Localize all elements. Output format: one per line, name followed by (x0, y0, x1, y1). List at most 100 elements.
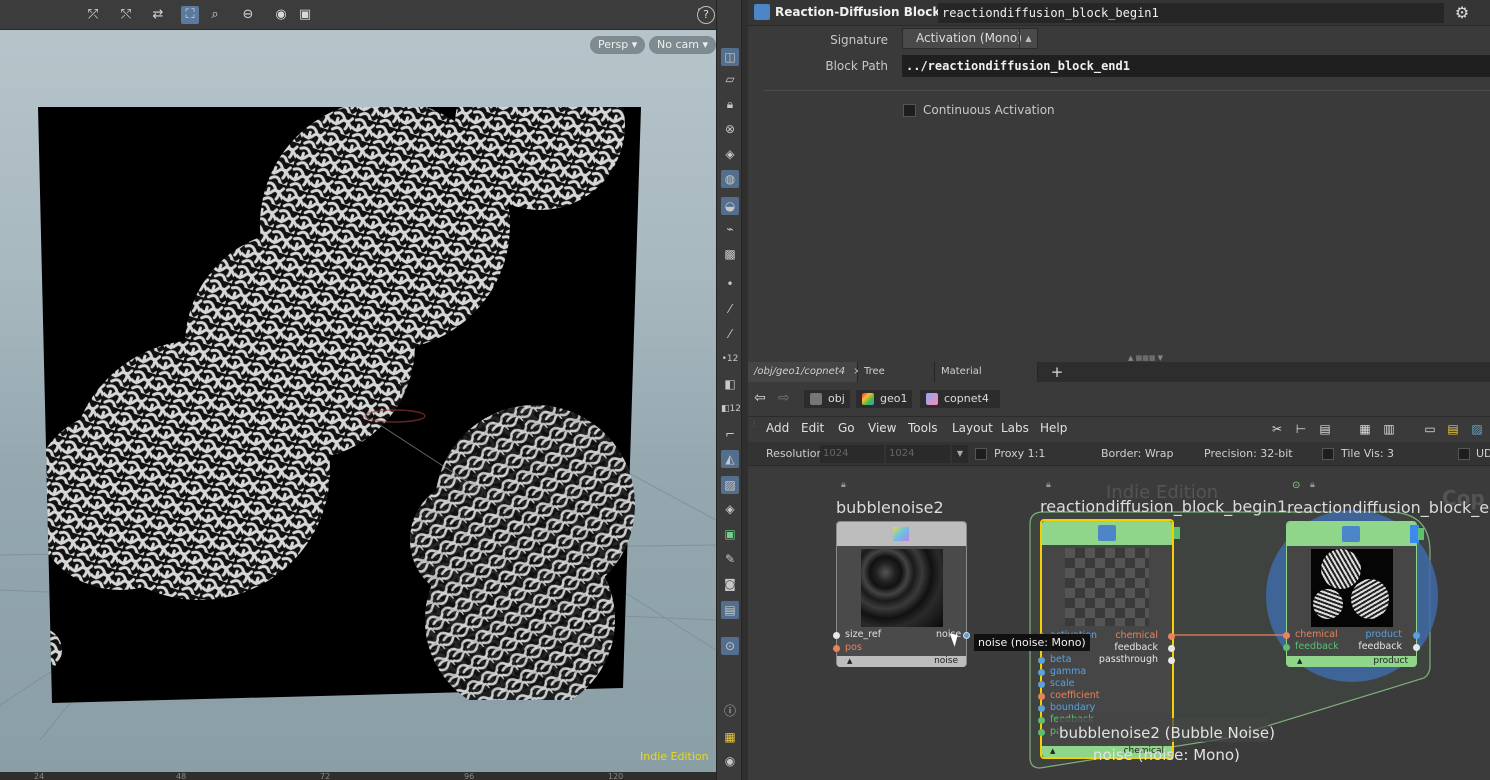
border-label[interactable]: Border: Wrap (1101, 447, 1174, 460)
input-port[interactable] (833, 632, 840, 639)
wireframe-icon[interactable]: ▱ (721, 70, 739, 88)
forward-arrow-icon[interactable]: ⇨ (778, 390, 790, 406)
wrench-icon[interactable]: ✂ (1270, 422, 1284, 436)
tilevis-checkbox[interactable] (1322, 448, 1334, 460)
bubblenoise-node[interactable]: size_ref pos noise ▲ noise (833, 521, 970, 667)
back-arrow-icon[interactable]: ⇦ (754, 390, 766, 406)
drag-handle-icon[interactable]: ⋮ (750, 419, 758, 439)
proxy-checkbox[interactable] (975, 448, 987, 460)
signature-dropdown[interactable]: Activation (Mono) ▲ (902, 28, 1038, 49)
display-mode-icon[interactable]: ◫ (721, 48, 739, 66)
info-icon[interactable]: ⓘ (721, 702, 739, 720)
prim-numbers-icon[interactable]: ◧12 (721, 400, 741, 418)
menu-labs[interactable]: Labs (1001, 421, 1029, 435)
ghost-icon[interactable]: ⌁ (721, 220, 739, 238)
menu-add[interactable]: Add (766, 421, 789, 435)
breadcrumb-geo1[interactable]: geo1 (856, 390, 913, 408)
output-port[interactable] (1168, 633, 1175, 640)
texture-icon[interactable]: ▨ (721, 476, 739, 494)
add-tab-icon[interactable]: + (1048, 362, 1066, 382)
zoom-icon[interactable]: ⌕ (206, 6, 224, 24)
camera-icon[interactable]: ◉ (272, 6, 290, 24)
light-icon[interactable]: ◍ (721, 170, 739, 188)
frame-icon[interactable]: ▭ (1423, 422, 1437, 436)
point-display-icon[interactable]: • (721, 275, 739, 293)
layout-icon[interactable]: ▦ (721, 728, 739, 746)
snap-icon[interactable]: ⛶ (181, 6, 199, 24)
handle-icon[interactable]: ✎ (721, 550, 739, 568)
breadcrumb-copnet4[interactable]: copnet4 (920, 390, 1000, 408)
output-port[interactable] (1168, 657, 1175, 664)
output-port[interactable] (1168, 645, 1175, 652)
menu-edit[interactable]: Edit (801, 421, 824, 435)
tab-copnet4[interactable]: /obj/geo1/copnet4× (748, 362, 861, 382)
bypass-flag[interactable] (1418, 528, 1424, 540)
grid-view-icon[interactable]: ▦ (1358, 422, 1372, 436)
image-icon[interactable]: ▨ (1470, 422, 1484, 436)
vector-display-icon[interactable]: ⁄ (721, 325, 739, 343)
output-port[interactable] (1413, 644, 1420, 651)
tab-material-palette[interactable]: Material Palette× (935, 362, 1038, 397)
menu-layout[interactable]: Layout (952, 421, 993, 435)
resolution-y-input[interactable]: 1024 (886, 445, 950, 463)
sticky-note-icon[interactable]: ▤ (1446, 422, 1460, 436)
input-port[interactable] (1038, 669, 1045, 676)
blockpath-input[interactable]: ../reactiondiffusion_block_end1 (902, 55, 1490, 77)
clock-icon[interactable]: ⊙ (1292, 480, 1300, 491)
node-name-input[interactable]: reactiondiffusion_block_begin1 (938, 3, 1444, 23)
precision-label[interactable]: Precision: 32-bit (1204, 447, 1293, 460)
breadcrumb-obj[interactable]: obj (804, 390, 850, 408)
input-port[interactable] (1038, 729, 1045, 736)
point-numbers-icon[interactable]: •12 (721, 350, 739, 368)
menu-view[interactable]: View (868, 421, 896, 435)
record-icon[interactable]: ◙ (721, 575, 739, 593)
tab-tree-view[interactable]: Tree View× (858, 362, 935, 397)
help-icon[interactable]: ? (697, 6, 715, 24)
camera-view-icon[interactable]: ▩ (721, 245, 739, 263)
transform-icon[interactable]: ⇄ (149, 6, 167, 24)
lock-icon[interactable]: 🔒︎ (1310, 480, 1319, 490)
output-port[interactable] (963, 632, 970, 639)
list-icon[interactable]: ▤ (1318, 422, 1332, 436)
tree-icon[interactable]: ⊢ (1294, 422, 1308, 436)
menu-go[interactable]: Go (838, 421, 855, 435)
split-handle-icon[interactable]: ▲ ▦▦▦ ▼ (1128, 354, 1178, 362)
menu-tools[interactable]: Tools (908, 421, 938, 435)
node-footer[interactable]: ▲ noise (837, 656, 966, 667)
list-view-icon[interactable]: ▥ (1382, 422, 1396, 436)
headlight-icon[interactable]: ◒ (721, 197, 739, 215)
render-icon[interactable]: ▣ (296, 6, 314, 24)
ud-checkbox[interactable] (1458, 448, 1470, 460)
input-port[interactable] (1038, 681, 1045, 688)
gear-icon[interactable]: ⚙ (1452, 3, 1472, 23)
select-pick-icon[interactable]: ⤲ (117, 6, 135, 24)
select-mode-icon[interactable]: ⤱ (84, 6, 102, 24)
rd-end-node[interactable]: chemical feedback product feedback ▲ pro… (1283, 521, 1424, 667)
input-port[interactable] (1283, 644, 1290, 651)
bypass-flag[interactable] (1174, 527, 1180, 539)
camera-menu[interactable]: No cam ▾ (649, 36, 716, 54)
input-port[interactable] (1283, 632, 1290, 639)
lock-icon[interactable]: 🔒︎ (841, 480, 850, 490)
visibility-icon[interactable]: ⊗ (721, 120, 739, 138)
lock-icon[interactable]: 🔒︎ (1046, 480, 1055, 490)
continuous-activation-checkbox[interactable] (903, 104, 916, 117)
input-port[interactable] (1038, 717, 1045, 724)
menu-help[interactable]: Help (1040, 421, 1067, 435)
uv-icon[interactable]: ◭ (721, 450, 739, 468)
chevron-down-icon[interactable]: ▼ (952, 445, 968, 463)
input-port[interactable] (1038, 693, 1045, 700)
normal-display-icon[interactable]: ⁄ (721, 300, 739, 318)
prim-display-icon[interactable]: ◧ (721, 375, 739, 393)
background-icon[interactable]: ▤ (721, 601, 739, 619)
edge-display-icon[interactable]: ⌐ (721, 425, 739, 443)
guide-icon[interactable]: ▣ (721, 525, 739, 543)
input-port[interactable] (1038, 705, 1045, 712)
lock-icon[interactable]: 🔒︎ (721, 95, 739, 113)
perspective-menu[interactable]: Persp ▾ (590, 36, 646, 54)
output-port[interactable] (1413, 632, 1420, 639)
node-footer[interactable]: ▲ product (1287, 656, 1416, 667)
input-port[interactable] (833, 645, 840, 652)
shading-icon[interactable]: ◈ (721, 145, 739, 163)
3d-viewport[interactable]: ⤱ ⤲ ⇄ ⛶ ⌕ ⊖ ◉ ▣ ☷ ? Persp ▾ No cam ▾ Ind… (0, 0, 716, 780)
